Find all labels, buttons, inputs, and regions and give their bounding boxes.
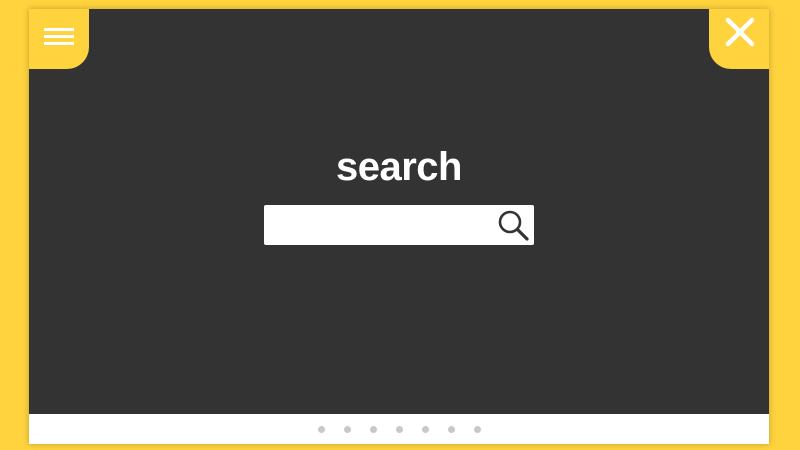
pagination-dot[interactable]: [473, 425, 481, 433]
pagination-dots: [29, 414, 769, 444]
close-button[interactable]: [709, 9, 769, 69]
pagination-dot[interactable]: [317, 425, 325, 433]
pagination-dot[interactable]: [395, 425, 403, 433]
search-button[interactable]: [496, 208, 532, 242]
search-box: [264, 205, 534, 245]
page-title: search: [336, 145, 462, 189]
pagination-dot[interactable]: [421, 425, 429, 433]
hamburger-menu-icon: [44, 28, 74, 45]
pagination-dot[interactable]: [447, 425, 455, 433]
search-icon: [498, 210, 529, 241]
pagination-dot[interactable]: [343, 425, 351, 433]
main-panel: search: [29, 9, 769, 414]
pagination-dot[interactable]: [369, 425, 377, 433]
menu-button[interactable]: [29, 9, 89, 69]
search-input[interactable]: [264, 205, 490, 245]
pagination-bar: [29, 414, 769, 444]
close-icon: [725, 17, 755, 47]
app-window: search: [29, 9, 769, 444]
